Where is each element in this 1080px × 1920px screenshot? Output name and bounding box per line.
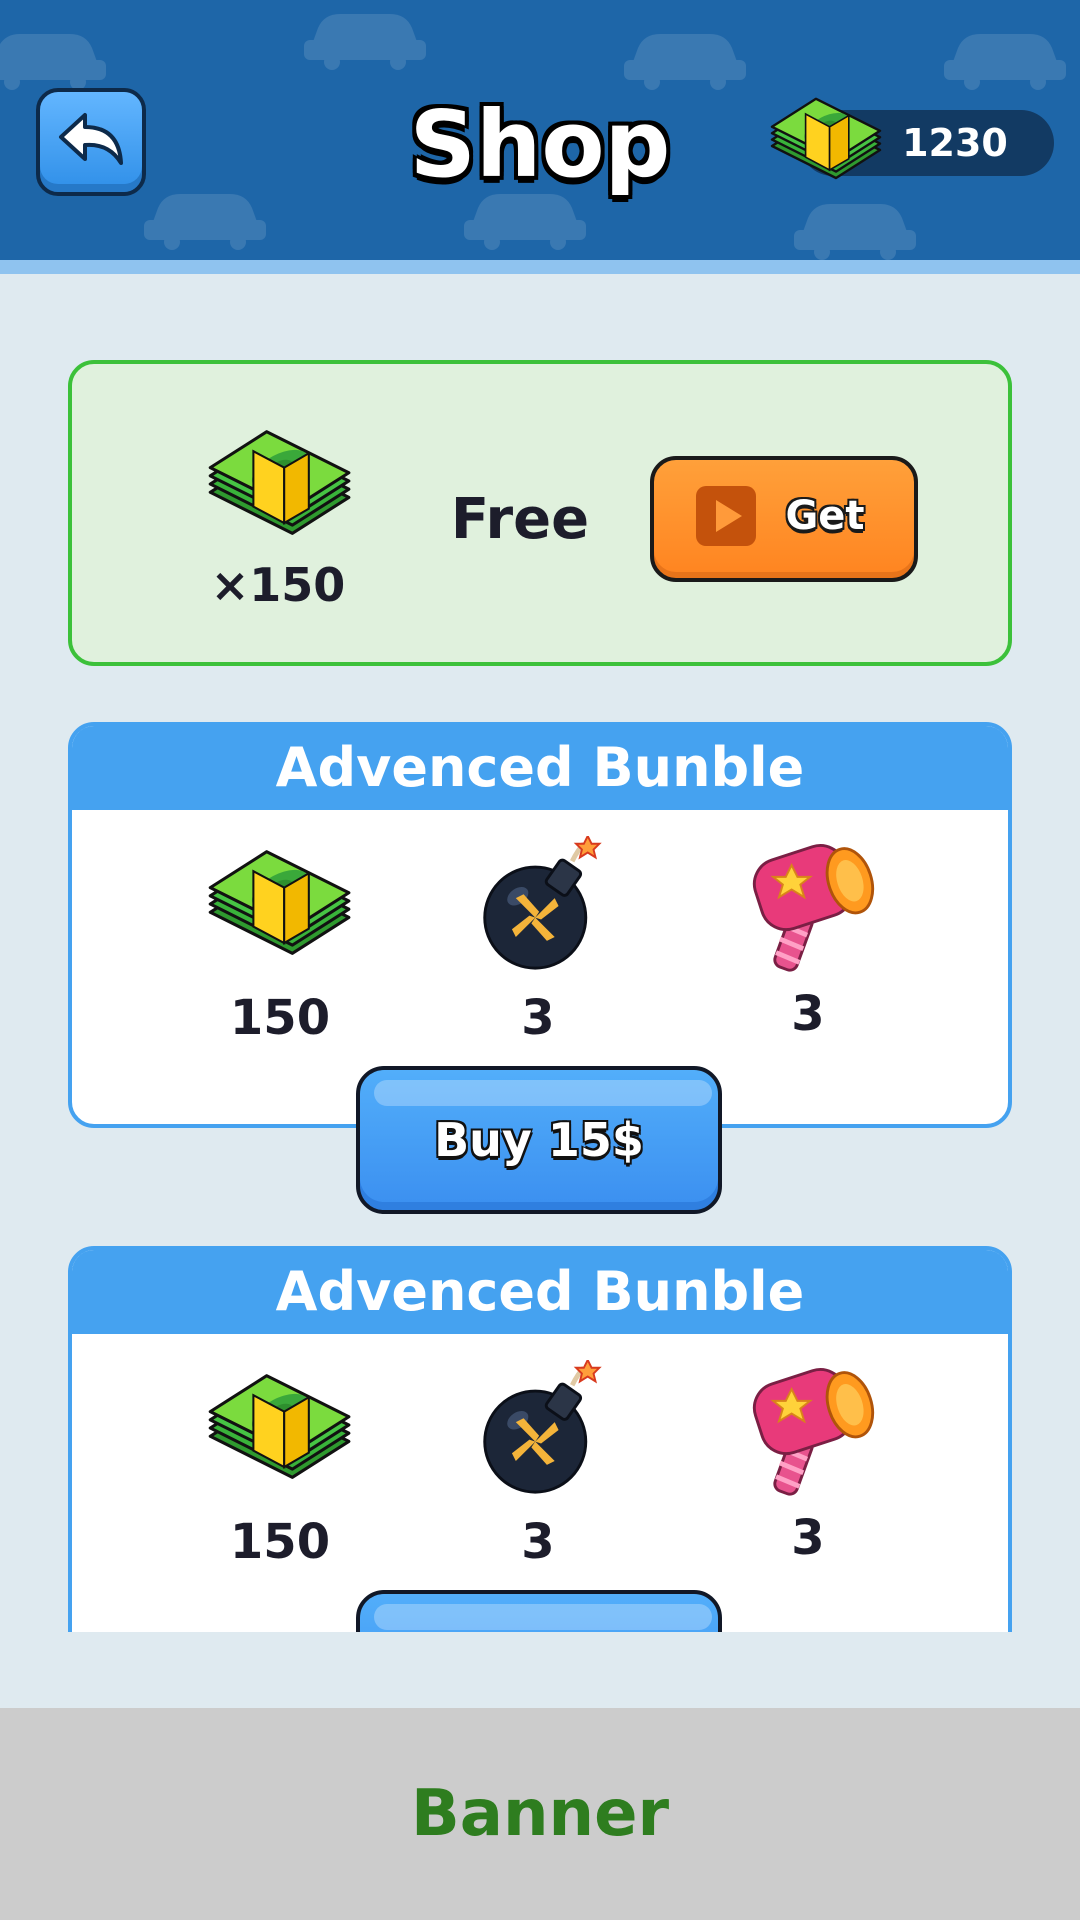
header-divider [0, 260, 1080, 274]
bundle-title: Advenced Bunble [275, 736, 805, 799]
cash-stack-icon [200, 838, 354, 966]
hammer-icon [748, 838, 876, 974]
bomb-icon [480, 1360, 608, 1496]
ad-banner[interactable]: Banner [0, 1708, 1080, 1920]
bundle-title: Advenced Bunble [275, 1260, 805, 1323]
bundle-item-count: 3 [791, 986, 825, 1042]
page-title: Shop [409, 91, 671, 198]
currency-amount: 1230 [902, 121, 1008, 165]
bundle-item-count: 3 [521, 990, 555, 1046]
cash-stack-icon [200, 1362, 354, 1490]
cash-stack-icon [200, 418, 354, 546]
scroll-viewport[interactable]: Advenced Bunble 150 3 3 [0, 1230, 1080, 1632]
buy-bundle-button[interactable] [356, 1590, 722, 1632]
buy-button-label: Buy 15$ [434, 1113, 644, 1167]
car-pattern-icon [300, 0, 430, 70]
back-arrow-icon [59, 113, 123, 165]
back-button[interactable] [36, 88, 146, 196]
cash-stack-icon [764, 88, 884, 188]
banner-label: Banner [410, 1777, 670, 1851]
hammer-icon [748, 1362, 876, 1498]
buy-bundle-button[interactable]: Buy 15$ [356, 1066, 722, 1214]
bundle-item-count: 150 [229, 990, 331, 1046]
buy-button-label [360, 1594, 718, 1632]
free-offer-amount: ×150 [210, 558, 346, 612]
car-pattern-icon [940, 20, 1070, 90]
bundle-item-count: 3 [791, 1510, 825, 1566]
play-video-icon [696, 486, 756, 546]
car-pattern-icon [790, 190, 920, 260]
bundle-item-count: 150 [229, 1514, 331, 1570]
free-offer-label: Free [450, 487, 590, 552]
bomb-icon [480, 836, 608, 972]
get-button-label: Get [785, 493, 865, 539]
bundle-item-count: 3 [521, 1514, 555, 1570]
car-pattern-icon [0, 20, 110, 90]
car-pattern-icon [140, 180, 270, 250]
